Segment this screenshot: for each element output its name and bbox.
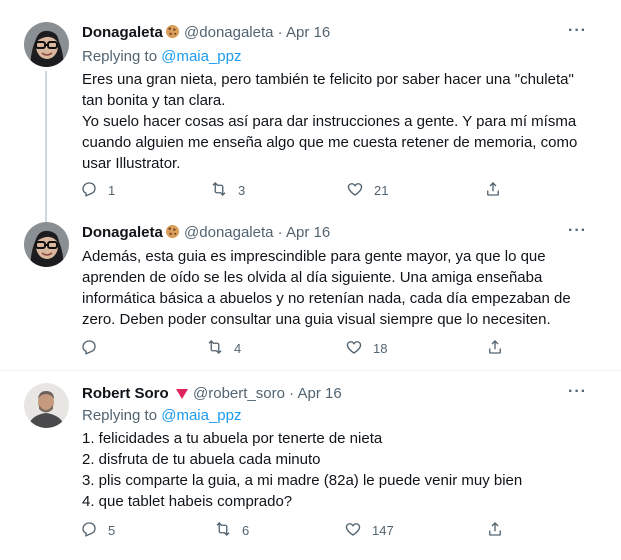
retweet-count: 6 (242, 523, 250, 538)
heart-icon (345, 338, 363, 359)
thread-line (45, 210, 47, 222)
retweet-icon (214, 520, 232, 541)
cookie-emoji-icon (165, 224, 180, 245)
tweet-header: Donagaleta @donagaleta · Apr 16 (82, 23, 330, 45)
tweet-text-line: informática básica a abuelos y no retení… (82, 290, 571, 307)
separator-dot: · (277, 24, 283, 41)
heart-icon (346, 180, 364, 201)
user-handle[interactable]: @robert_soro (193, 385, 285, 402)
tweet-text-line: 3. plis comparte la guia, a mi madre (82… (82, 472, 523, 489)
share-button[interactable] (486, 338, 504, 359)
tweet-header: Robert Soro @robert_soro · Apr 16 (82, 384, 342, 406)
avatar[interactable] (24, 22, 69, 67)
tweet-text-line: 4. que tablet habeis comprado? (82, 493, 293, 510)
separator-dot: · (289, 385, 295, 402)
heart-icon (344, 520, 362, 541)
user-handle[interactable]: @donagaleta (184, 24, 273, 41)
share-icon (484, 180, 502, 201)
tweet-date[interactable]: Apr 16 (286, 24, 330, 41)
like-count: 147 (372, 523, 394, 538)
avatar[interactable] (24, 222, 69, 267)
thread-line (45, 71, 47, 216)
like-count: 21 (374, 183, 389, 198)
reply-icon (80, 520, 98, 541)
reply-count: 1 (108, 183, 116, 198)
avatar[interactable] (24, 383, 69, 428)
display-name[interactable]: Donagaleta (82, 224, 163, 241)
tweet-text: Además, esta guia es imprescindible para… (82, 246, 602, 330)
separator-dot: · (277, 224, 283, 241)
tweet-text-line: Eres una gran nieta, pero también te fel… (82, 71, 574, 88)
tweet-date[interactable]: Apr 16 (297, 385, 341, 402)
replying-to-mention[interactable]: @maia_ppz (161, 407, 241, 424)
user-handle[interactable]: @donagaleta (184, 224, 273, 241)
more-options-button[interactable]: ··· (568, 222, 587, 240)
share-icon (486, 338, 504, 359)
cookie-emoji-icon (165, 24, 180, 45)
tweet-text: 1. felicidades a tu abuela por tenerte d… (82, 428, 602, 512)
retweet-count: 3 (238, 183, 246, 198)
tweet-text-line: cuando alguien me enseña algo que me cue… (82, 134, 578, 151)
reply-button[interactable]: 5 (80, 520, 115, 541)
replying-to: Replying to @maia_ppz (82, 406, 242, 426)
red-triangle-icon (175, 386, 189, 406)
reply-button[interactable]: 1 (80, 180, 115, 201)
tweet-text-line: 1. felicidades a tu abuela por tenerte d… (82, 430, 383, 447)
retweet-button[interactable]: 6 (214, 520, 249, 541)
tweet-header: Donagaleta @donagaleta · Apr 16 (82, 223, 330, 245)
tweet-date[interactable]: Apr 16 (286, 224, 330, 241)
reply-button[interactable] (80, 338, 108, 359)
reply-count: 5 (108, 523, 116, 538)
replying-to-label: Replying to (82, 407, 158, 424)
share-button[interactable] (486, 520, 504, 541)
tweet-text: Eres una gran nieta, pero también te fel… (82, 69, 602, 174)
display-name[interactable]: Donagaleta (82, 24, 163, 41)
share-icon (486, 520, 504, 541)
replying-to-mention[interactable]: @maia_ppz (161, 48, 241, 65)
tweet-1[interactable]: Donagaleta @donagaleta · Apr 16 ··· Repl… (0, 0, 621, 216)
more-options-button[interactable]: ··· (568, 22, 587, 40)
reply-icon (80, 338, 98, 359)
tweet-2[interactable]: Donagaleta @donagaleta · Apr 16 ··· Adem… (0, 210, 621, 370)
retweet-icon (210, 180, 228, 201)
retweet-button[interactable]: 3 (210, 180, 245, 201)
tweet-text-line: zero. Deben poder consultar una guia vis… (82, 311, 551, 328)
like-button[interactable]: 18 (345, 338, 387, 359)
tweet-text-line: tan bonita y tan clara. (82, 92, 226, 109)
tweet-text-line: aprenden de oído se les olvida al día si… (82, 269, 543, 286)
share-button[interactable] (484, 180, 502, 201)
display-name[interactable]: Robert Soro (82, 385, 169, 402)
like-button[interactable]: 21 (346, 180, 388, 201)
tweet-text-line: Además, esta guia es imprescindible para… (82, 248, 546, 265)
replying-to: Replying to @maia_ppz (82, 47, 242, 67)
more-options-button[interactable]: ··· (568, 383, 587, 401)
tweet-text-line: Yo suelo hacer cosas así para dar instru… (82, 113, 577, 130)
tweet-text-line: usar Illustrator. (82, 155, 181, 172)
like-count: 18 (373, 341, 388, 356)
replying-to-label: Replying to (82, 48, 158, 65)
reply-icon (80, 180, 98, 201)
retweet-button[interactable]: 4 (206, 338, 241, 359)
tweet-3[interactable]: Robert Soro @robert_soro · Apr 16 ··· Re… (0, 371, 621, 560)
retweet-icon (206, 338, 224, 359)
tweet-text-line: 2. disfruta de tu abuela cada minuto (82, 451, 321, 468)
retweet-count: 4 (234, 341, 242, 356)
like-button[interactable]: 147 (344, 520, 394, 541)
